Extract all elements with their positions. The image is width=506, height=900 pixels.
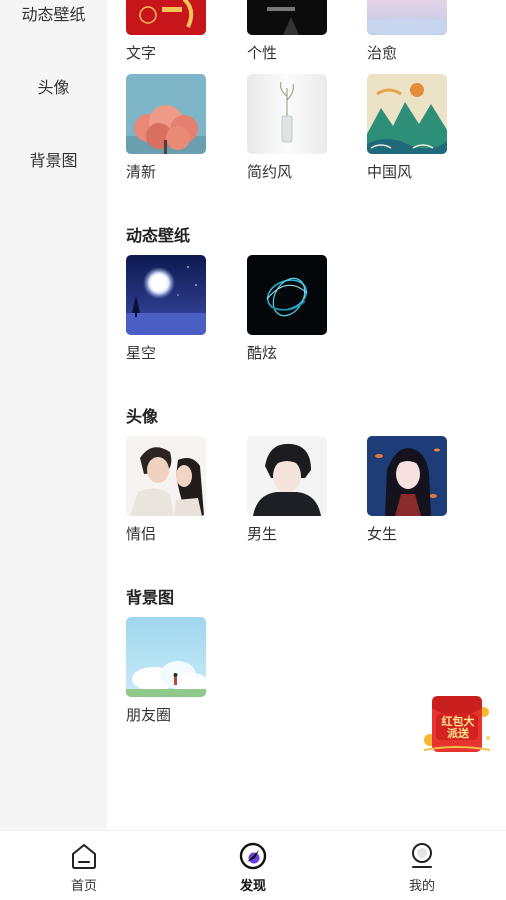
nav-label: 首页 xyxy=(70,879,97,894)
thumbnail-image xyxy=(247,436,327,516)
section-title-background: 背景图 xyxy=(126,588,175,607)
tile-label: 情侣 xyxy=(126,525,157,543)
tile-label: 酷炫 xyxy=(247,344,278,362)
tile-label: 星空 xyxy=(126,344,157,362)
tile-cool[interactable]: 酷炫 xyxy=(247,255,327,362)
tile-personality[interactable]: 个性 xyxy=(247,0,327,62)
thumbnail-image xyxy=(247,74,327,154)
thumbnail-image xyxy=(126,436,206,516)
tile-label: 个性 xyxy=(247,44,278,62)
tile-moments[interactable]: 朋友圈 xyxy=(126,617,206,724)
tile-minimalist[interactable]: 简约风 xyxy=(247,74,327,181)
thumbnail-image xyxy=(126,74,206,154)
thumbnail-image xyxy=(367,0,447,35)
thumbnail-image xyxy=(126,255,206,335)
nav-item-home[interactable]: 首页 xyxy=(44,841,124,894)
section-title-live-wallpaper: 动态壁纸 xyxy=(126,226,191,245)
tile-boy[interactable]: 男生 xyxy=(247,436,327,543)
tile-label: 中国风 xyxy=(367,163,413,181)
tile-label: 清新 xyxy=(126,163,157,181)
tile-healing[interactable]: 治愈 xyxy=(367,0,447,62)
thumbnail-image xyxy=(367,436,447,516)
tile-girl[interactable]: 女生 xyxy=(367,436,447,543)
tile-label: 治愈 xyxy=(367,44,398,62)
profile-icon xyxy=(412,843,432,868)
tile-label: 朋友圈 xyxy=(126,706,172,724)
section-title-avatar: 头像 xyxy=(126,407,159,426)
nav-item-mine[interactable]: 我的 xyxy=(382,841,462,894)
home-icon xyxy=(72,844,96,869)
thumbnail-image xyxy=(247,0,327,35)
sidebar-item-background[interactable]: 背景图 xyxy=(0,147,107,171)
nav-label: 发现 xyxy=(239,879,266,894)
tile-couple[interactable]: 情侣 xyxy=(126,436,206,543)
sidebar-item-avatar[interactable]: 头像 xyxy=(0,74,107,98)
tile-fresh[interactable]: 清新 xyxy=(126,74,206,181)
thumbnail-image xyxy=(126,0,206,35)
nav-label: 我的 xyxy=(408,879,435,894)
red-packet-text: 红包大派送 xyxy=(441,715,475,740)
category-sidebar: 动态壁纸 头像 背景图 xyxy=(0,0,107,830)
nav-item-discover[interactable]: 发现 xyxy=(213,841,293,894)
tile-starry-sky[interactable]: 星空 xyxy=(126,255,206,362)
sidebar-item-label: 头像 xyxy=(37,78,70,97)
tile-label: 男生 xyxy=(247,525,278,543)
compass-icon xyxy=(239,842,267,870)
thumbnail-image xyxy=(247,255,327,335)
tile-text-style[interactable]: 文字 xyxy=(126,0,206,62)
tile-label: 文字 xyxy=(126,44,157,62)
tile-label: 简约风 xyxy=(247,163,293,181)
sidebar-item-live-wallpaper[interactable]: 动态壁纸 xyxy=(0,1,107,25)
sidebar-item-label: 动态壁纸 xyxy=(21,5,86,24)
bottom-nav: 首页 发现 我的 xyxy=(0,830,506,900)
sidebar-item-label: 背景图 xyxy=(29,151,78,170)
thumbnail-image xyxy=(367,74,447,154)
thumbnail-image xyxy=(126,617,206,697)
tile-chinese-style[interactable]: 中国风 xyxy=(367,74,447,181)
red-packet-promo-button[interactable]: 红包大派送 xyxy=(420,694,494,758)
tile-label: 女生 xyxy=(367,525,398,543)
